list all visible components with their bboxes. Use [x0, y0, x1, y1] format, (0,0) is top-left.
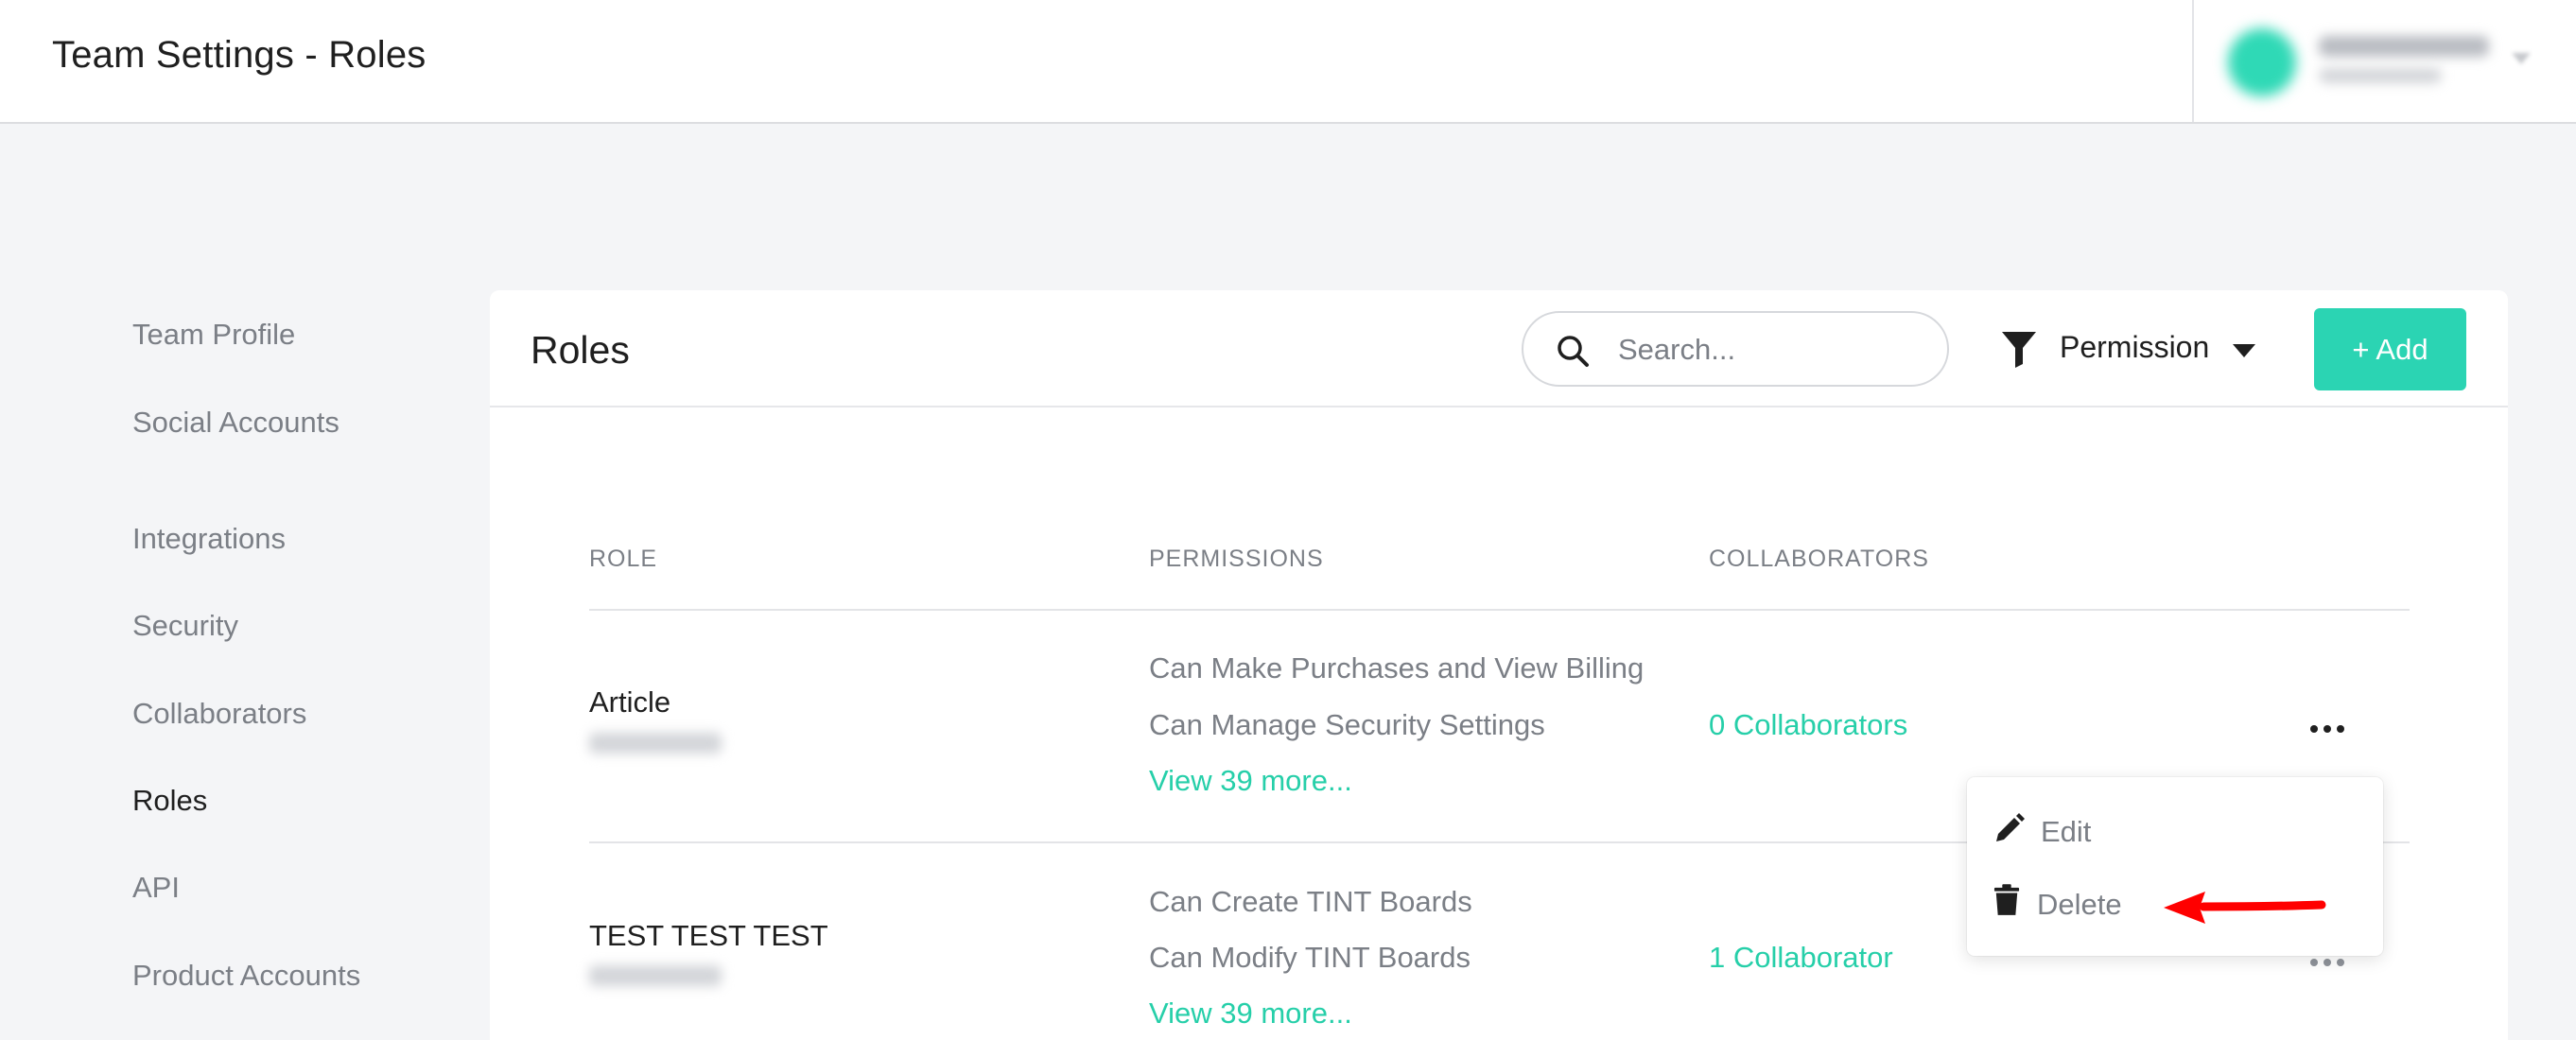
- search-input[interactable]: [1618, 330, 1921, 370]
- permission-item: Can Create TINT Boards: [1149, 885, 1472, 918]
- role-subtitle-blurred: [589, 733, 722, 754]
- card-title: Roles: [531, 328, 630, 372]
- sidebar-item-team-profile[interactable]: Team Profile: [132, 320, 416, 349]
- filter-label: Permission: [2060, 330, 2210, 364]
- role-name: Article: [589, 685, 671, 719]
- filter-icon: [2002, 332, 2036, 368]
- trash-icon: [1993, 884, 2020, 915]
- sidebar-item-label: Product Accounts: [132, 959, 361, 992]
- view-more-permissions-link[interactable]: View 39 more...: [1149, 764, 1352, 798]
- search-box[interactable]: [1522, 311, 1949, 387]
- column-header-role: ROLE: [589, 546, 658, 572]
- sidebar-item-product-accounts[interactable]: Product Accounts: [132, 961, 416, 990]
- caret-down-icon: [2233, 344, 2255, 357]
- column-header-collaborators: COLLABORATORS: [1709, 546, 1929, 572]
- more-options-icon[interactable]: [2306, 956, 2348, 969]
- avatar[interactable]: [2228, 28, 2296, 96]
- sidebar-item-label: Social Accounts: [132, 406, 339, 439]
- user-subtitle-blurred: [2319, 68, 2442, 83]
- header-divider: [589, 609, 2410, 611]
- sidebar-item-integrations[interactable]: Integrations: [132, 524, 416, 553]
- view-more-permissions-link[interactable]: View 39 more...: [1149, 997, 1352, 1031]
- user-menu[interactable]: [2228, 23, 2550, 102]
- arrow-left-icon: [2164, 892, 2326, 924]
- user-name-blurred: [2319, 36, 2489, 57]
- permission-item: Can Manage Security Settings: [1149, 708, 1545, 741]
- more-options-icon[interactable]: [2306, 722, 2348, 736]
- chevron-down-icon[interactable]: [2512, 53, 2531, 64]
- collaborators-link[interactable]: 0 Collaborators: [1709, 708, 1907, 742]
- card-header: Roles Permission + Add: [490, 290, 2508, 407]
- role-subtitle-blurred: [589, 965, 722, 986]
- column-header-permissions: PERMISSIONS: [1149, 546, 1324, 572]
- search-icon: [1558, 336, 1589, 367]
- sidebar-item-social-accounts[interactable]: Social Accounts: [132, 407, 416, 437]
- header-divider: [2192, 0, 2194, 122]
- settings-sidebar: Team Profile Social Accounts Integration…: [0, 124, 473, 1040]
- permission-item: Can Make Purchases and View Billing: [1149, 651, 1645, 685]
- top-bar: Team Settings - Roles: [0, 0, 2576, 124]
- menu-item-label: Delete: [2037, 888, 2122, 921]
- sidebar-item-api[interactable]: API: [132, 873, 416, 902]
- pencil-icon: [1996, 813, 2025, 841]
- permission-item: Can Modify TINT Boards: [1149, 941, 1471, 974]
- page-title: Team Settings - Roles: [52, 34, 426, 76]
- sidebar-item-security[interactable]: Security: [132, 611, 416, 640]
- add-role-button[interactable]: + Add: [2314, 308, 2466, 390]
- role-name: TEST TEST TEST: [589, 919, 828, 952]
- collaborators-link[interactable]: 1 Collaborator: [1709, 941, 1893, 975]
- sidebar-item-roles[interactable]: Roles: [132, 786, 416, 815]
- menu-item-label: Edit: [2041, 815, 2092, 848]
- sidebar-item-collaborators[interactable]: Collaborators: [132, 699, 416, 728]
